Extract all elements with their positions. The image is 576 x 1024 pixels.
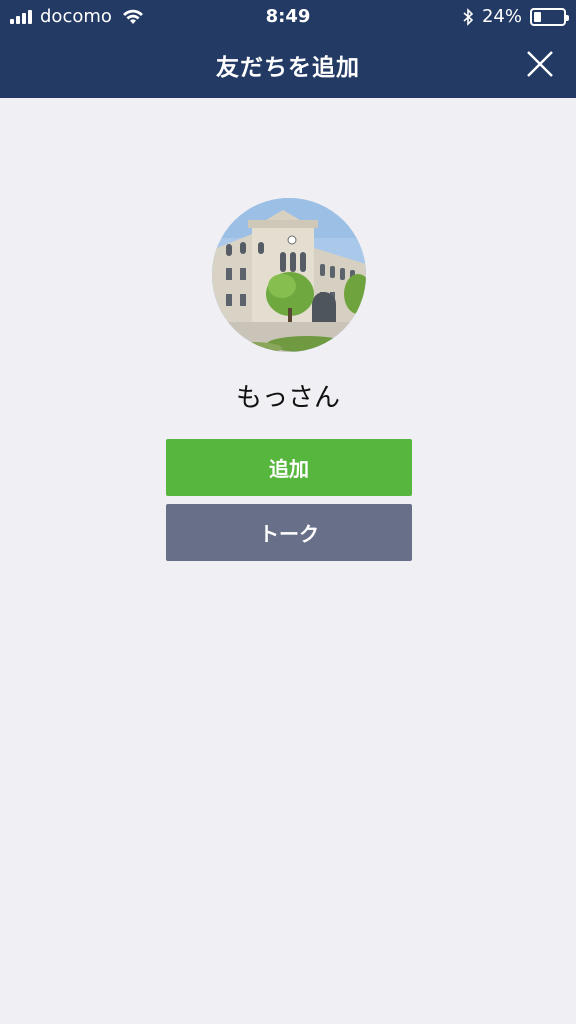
talk-button[interactable]: トーク [166,504,412,561]
avatar [212,198,366,352]
bluetooth-icon [463,7,474,26]
page-title: 友だちを追加 [216,55,360,81]
university-building-image [212,198,366,352]
profile-name: もっさん [235,383,340,413]
talk-button-label: トーク [259,522,319,546]
battery-fill [534,11,541,22]
battery-percent: 24% [481,6,522,27]
add-friend-button[interactable]: 追加 [166,439,412,496]
close-icon[interactable] [526,50,554,78]
battery-icon [530,7,569,26]
top-bar: docomo 8:49 24% 友だちを追加 [0,0,576,98]
status-right: 24% [462,6,569,27]
add-button-label: 追加 [269,457,309,481]
status-bar: docomo 8:49 24% [0,0,576,34]
